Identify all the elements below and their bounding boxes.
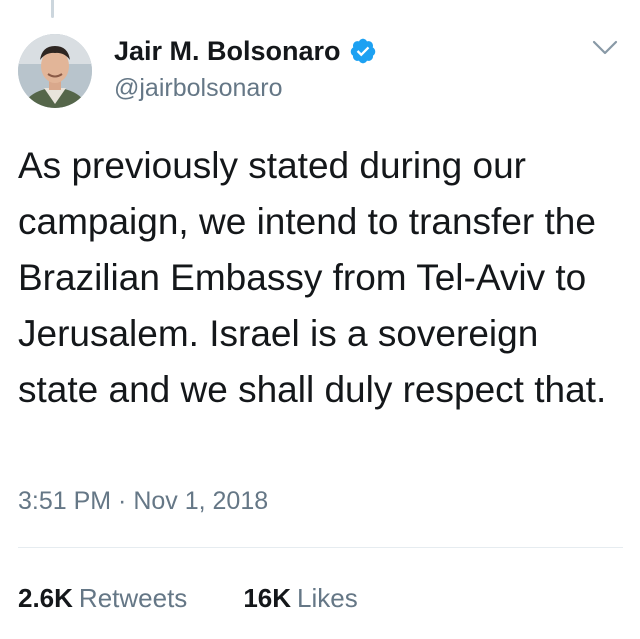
tweet-timestamp[interactable]: 3:51 PM · Nov 1, 2018 [18, 483, 268, 519]
divider [18, 547, 623, 548]
tweet-text: As previously stated during our campaign… [18, 145, 607, 410]
verified-badge-icon [349, 37, 377, 65]
likes-stat[interactable]: 16K Likes [243, 580, 357, 616]
retweets-label: Retweets [78, 583, 188, 613]
tweet-stats: 2.6K Retweets 16K Likes [18, 580, 414, 616]
chevron-down-icon[interactable] [591, 38, 619, 58]
likes-count: 16K [243, 583, 292, 613]
retweets-stat[interactable]: 2.6K Retweets [18, 580, 187, 616]
likes-label: Likes [297, 583, 358, 613]
author-handle[interactable]: @jairbolsonaro [114, 72, 283, 104]
avatar[interactable] [18, 34, 92, 108]
thread-connector-line [51, 0, 54, 18]
author-display-name[interactable]: Jair M. Bolsonaro [114, 34, 341, 68]
avatar-image [18, 34, 92, 108]
author-name-row: Jair M. Bolsonaro [114, 34, 377, 68]
retweets-count: 2.6K [18, 583, 73, 613]
